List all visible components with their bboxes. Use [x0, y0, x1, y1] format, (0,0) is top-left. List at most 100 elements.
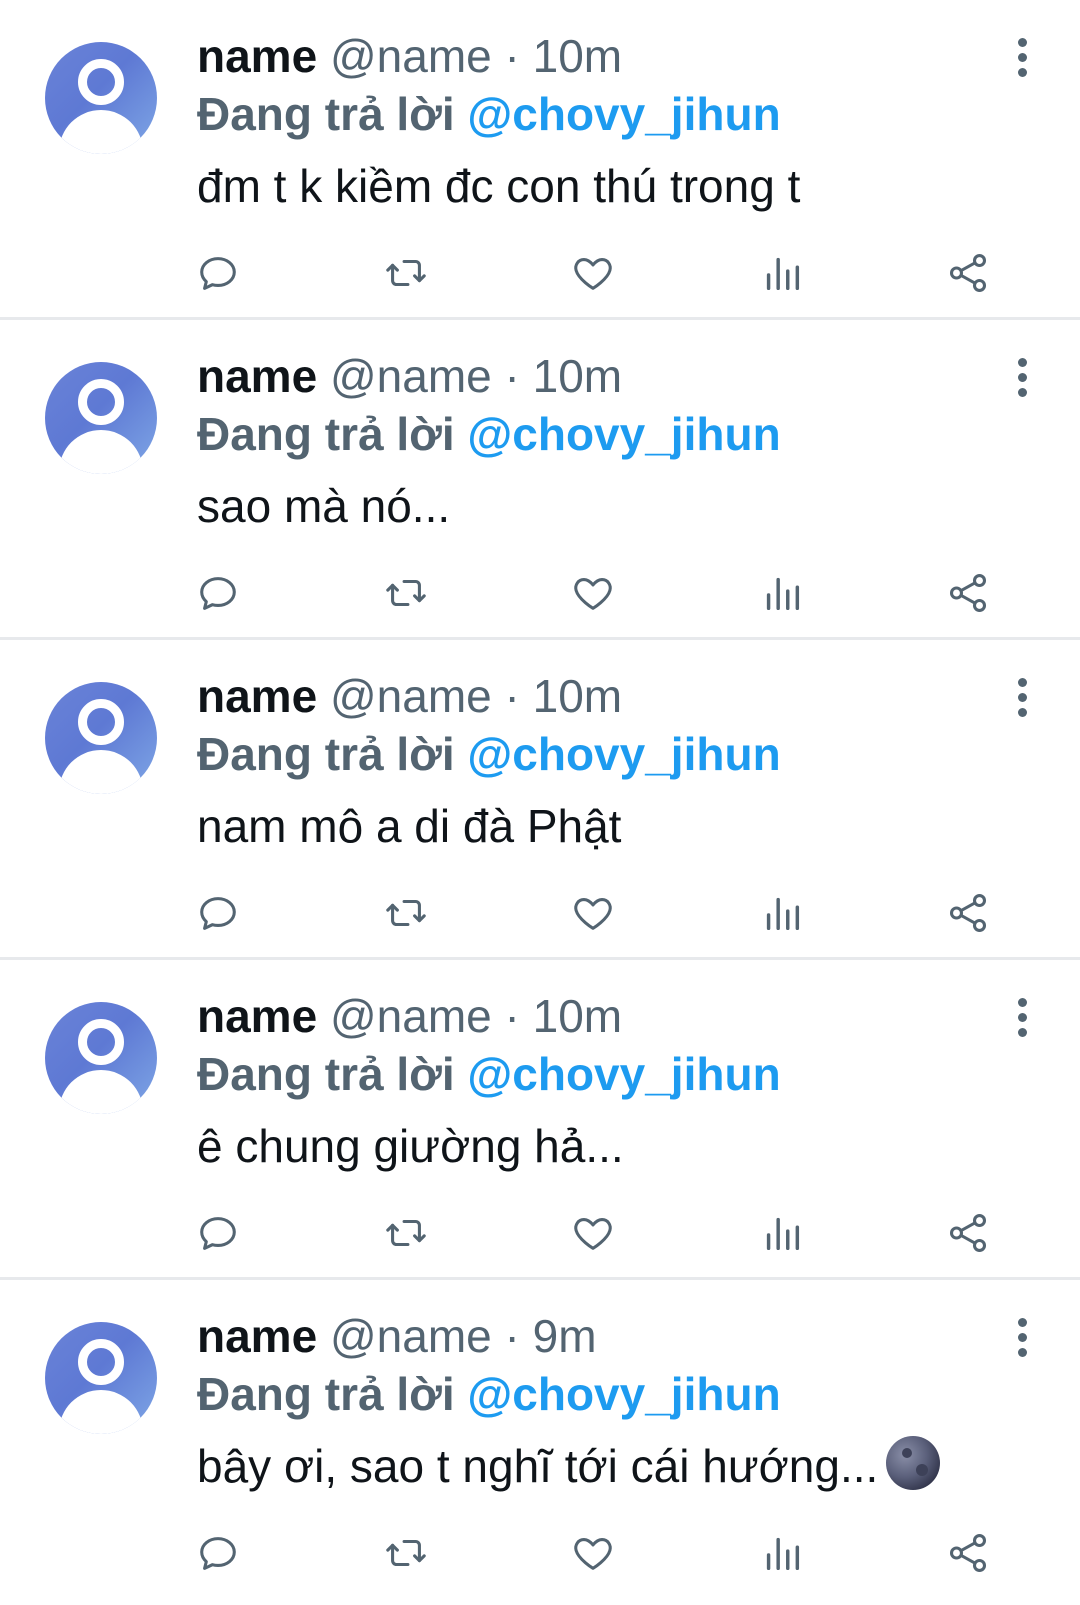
timestamp[interactable]: 10m: [533, 350, 622, 402]
views-button[interactable]: [757, 1208, 807, 1258]
separator-dot: ·: [504, 350, 520, 402]
views-chart-icon: [766, 257, 800, 291]
share-icon: [949, 1534, 987, 1572]
replying-to: Đang trả lời @chovy_jihun: [197, 404, 1040, 464]
timestamp[interactable]: 9m: [533, 1310, 597, 1362]
separator-dot: ·: [504, 670, 520, 722]
user-handle[interactable]: @name: [330, 990, 492, 1042]
display-name[interactable]: name: [197, 670, 317, 722]
more-vertical-icon[interactable]: [1016, 998, 1028, 1038]
views-chart-icon: [766, 1537, 800, 1571]
tweet-actions: [193, 248, 1013, 298]
heart-icon: [574, 1218, 612, 1250]
share-icon: [949, 894, 987, 932]
retweet-icon: [386, 1219, 426, 1247]
retweet-button[interactable]: [381, 568, 431, 618]
user-handle[interactable]: @name: [330, 350, 492, 402]
replying-to: Đang trả lời @chovy_jihun: [197, 1044, 1040, 1104]
avatar[interactable]: [45, 682, 157, 794]
tweet-text: sao mà nó...: [197, 480, 451, 532]
views-button[interactable]: [757, 1528, 807, 1578]
reply-button[interactable]: [193, 568, 243, 618]
tweet[interactable]: name @name · 10m Đang trả lời @chovy_jih…: [0, 320, 1080, 640]
share-button[interactable]: [943, 1208, 993, 1258]
avatar[interactable]: [45, 1322, 157, 1434]
user-handle[interactable]: @name: [330, 1310, 492, 1362]
retweet-icon: [386, 899, 426, 927]
tweet-content: name @name · 10m Đang trả lời @chovy_jih…: [197, 988, 1040, 1182]
retweet-button[interactable]: [381, 248, 431, 298]
reply-button[interactable]: [193, 1528, 243, 1578]
reply-button[interactable]: [193, 888, 243, 938]
more-vertical-icon[interactable]: [1016, 678, 1028, 718]
timestamp[interactable]: 10m: [533, 670, 622, 722]
tweet[interactable]: name @name · 10m Đang trả lời @chovy_jih…: [0, 0, 1080, 320]
views-chart-icon: [766, 577, 800, 611]
avatar[interactable]: [45, 362, 157, 474]
tweet[interactable]: name @name · 10m Đang trả lời @chovy_jih…: [0, 960, 1080, 1280]
share-icon: [949, 574, 987, 612]
share-button[interactable]: [943, 888, 993, 938]
tweet-content: name @name · 10m Đang trả lời @chovy_jih…: [197, 668, 1040, 862]
like-button[interactable]: [568, 248, 618, 298]
display-name[interactable]: name: [197, 990, 317, 1042]
more-vertical-icon[interactable]: [1016, 1318, 1028, 1358]
views-button[interactable]: [757, 248, 807, 298]
tweet-actions: [193, 1208, 1013, 1258]
heart-icon: [574, 258, 612, 290]
tweet[interactable]: name @name · 9m Đang trả lời @chovy_jihu…: [0, 1280, 1080, 1605]
reply-button[interactable]: [193, 1208, 243, 1258]
retweet-button[interactable]: [381, 1208, 431, 1258]
views-button[interactable]: [757, 568, 807, 618]
reply-button[interactable]: [193, 248, 243, 298]
retweet-icon: [386, 259, 426, 287]
like-button[interactable]: [568, 568, 618, 618]
tweet-text: đm t k kiềm đc con thú trong t: [197, 160, 801, 212]
replying-to: Đang trả lời @chovy_jihun: [197, 84, 1040, 144]
retweet-icon: [386, 579, 426, 607]
avatar-head-shape: [78, 59, 124, 105]
more-vertical-icon[interactable]: [1016, 358, 1028, 398]
tweet-text: bây ơi, sao t nghĩ tới cái hướng...: [197, 1440, 879, 1492]
avatar-body-shape: [59, 1070, 143, 1114]
display-name[interactable]: name: [197, 350, 317, 402]
separator-dot: ·: [504, 1310, 520, 1362]
retweet-button[interactable]: [381, 1528, 431, 1578]
heart-icon: [574, 578, 612, 610]
display-name[interactable]: name: [197, 1310, 317, 1362]
more-vertical-icon[interactable]: [1016, 38, 1028, 78]
share-button[interactable]: [943, 1528, 993, 1578]
tweet-text-line: bây ơi, sao t nghĩ tới cái hướng...: [197, 1430, 1040, 1502]
like-button[interactable]: [568, 888, 618, 938]
reply-bubble-icon: [200, 577, 236, 610]
new-moon-face-emoji: [886, 1436, 941, 1490]
avatar-head-shape: [78, 699, 124, 745]
like-button[interactable]: [568, 1528, 618, 1578]
avatar-head-shape: [78, 379, 124, 425]
like-button[interactable]: [568, 1208, 618, 1258]
user-handle[interactable]: @name: [330, 30, 492, 82]
replying-to-handle[interactable]: @chovy_jihun: [467, 1048, 780, 1100]
tweet-actions: [193, 888, 1013, 938]
tweet-actions: [193, 1528, 1013, 1578]
timestamp[interactable]: 10m: [533, 990, 622, 1042]
timestamp[interactable]: 10m: [533, 30, 622, 82]
views-button[interactable]: [757, 888, 807, 938]
replying-to-handle[interactable]: @chovy_jihun: [467, 728, 780, 780]
replying-to-handle[interactable]: @chovy_jihun: [467, 408, 780, 460]
separator-dot: ·: [504, 990, 520, 1042]
share-button[interactable]: [943, 568, 993, 618]
tweet-header: name @name · 10m: [197, 988, 1040, 1044]
tweet-content: name @name · 10m Đang trả lời @chovy_jih…: [197, 28, 1040, 222]
user-handle[interactable]: @name: [330, 670, 492, 722]
avatar[interactable]: [45, 1002, 157, 1114]
replying-to-handle[interactable]: @chovy_jihun: [467, 1368, 780, 1420]
display-name[interactable]: name: [197, 30, 317, 82]
tweet[interactable]: name @name · 10m Đang trả lời @chovy_jih…: [0, 640, 1080, 960]
avatar[interactable]: [45, 42, 157, 154]
share-button[interactable]: [943, 248, 993, 298]
replying-to-handle[interactable]: @chovy_jihun: [467, 88, 780, 140]
tweet-text: nam mô a di đà Phật: [197, 800, 622, 852]
retweet-button[interactable]: [381, 888, 431, 938]
replying-to: Đang trả lời @chovy_jihun: [197, 724, 1040, 784]
